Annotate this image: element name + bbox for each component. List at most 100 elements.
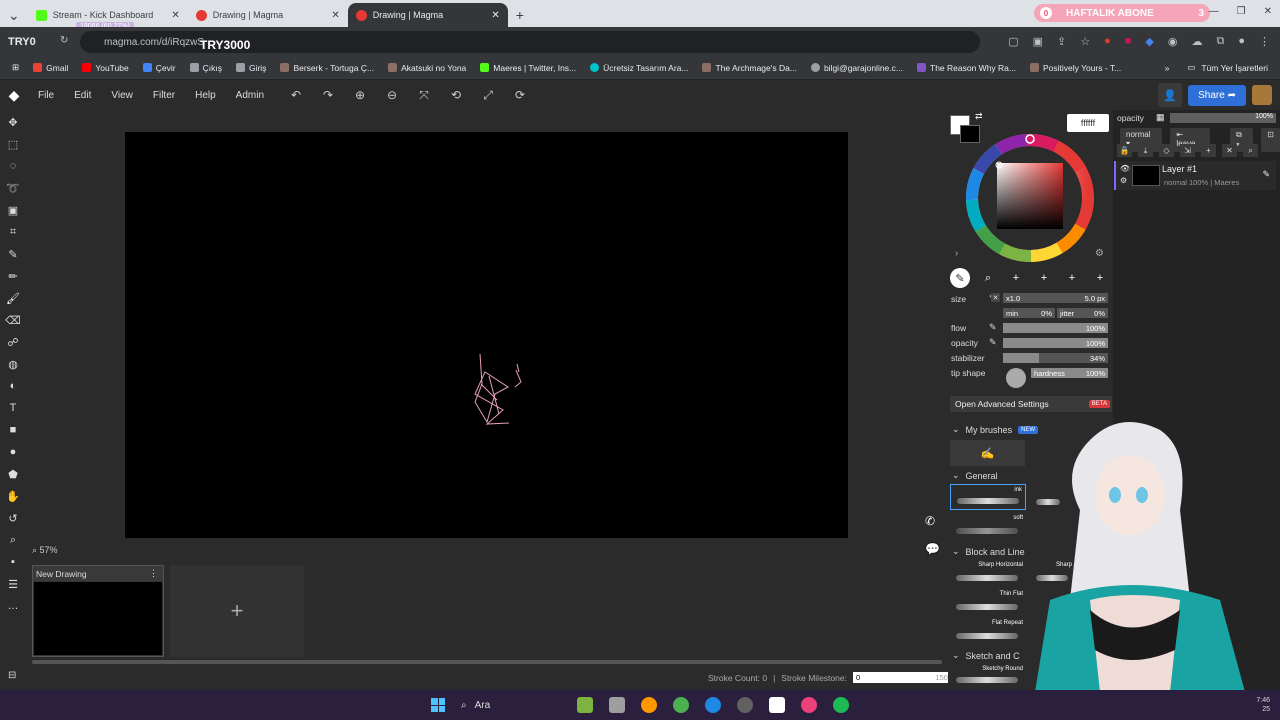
menu-edit[interactable]: Edit <box>66 86 99 105</box>
rectangle-icon[interactable]: ■ <box>4 422 22 438</box>
bookmark-item[interactable]: Çevir <box>142 63 176 73</box>
brush-slot-tab[interactable]: + <box>1034 268 1054 288</box>
chrome-icon[interactable] <box>673 697 689 713</box>
size-slider[interactable]: x1.0 5.0 px <box>1003 293 1108 303</box>
chat-bubble-icon[interactable]: 💬 <box>925 542 940 556</box>
menu-icon[interactable]: ⋮ <box>1259 35 1270 48</box>
redo-icon[interactable]: ↷ <box>318 85 338 105</box>
brush-ink[interactable]: ink <box>950 484 1026 510</box>
fit-icon[interactable]: ⤧ <box>414 85 434 105</box>
hand-icon[interactable]: ✋ <box>4 488 22 504</box>
fullscreen-icon[interactable]: ⤢ <box>478 85 498 105</box>
extension-icon[interactable]: ◆ <box>1145 35 1153 48</box>
transform-icon[interactable]: ▣ <box>4 202 22 218</box>
search-icon[interactable]: ⌕ <box>978 268 998 288</box>
expand-panel-icon[interactable]: › <box>955 248 958 259</box>
general-section[interactable]: ⌄ General <box>952 470 998 481</box>
extension-icon[interactable]: ☁ <box>1191 35 1202 48</box>
tab-magma-2[interactable]: Drawing | Magma ✕ <box>347 3 508 27</box>
search-layer-icon[interactable]: ⌕ <box>1243 144 1258 157</box>
block-line-section[interactable]: ⌄ Block and Line <box>952 546 1025 557</box>
my-brushes-section[interactable]: ⌄ My brushes NEW <box>952 424 1039 435</box>
layers-icon[interactable]: ☰ <box>4 576 22 592</box>
steam-icon[interactable] <box>705 697 721 713</box>
profile-icon[interactable]: ● <box>1238 35 1245 48</box>
jitter-slider[interactable]: jitter 0% <box>1057 308 1108 318</box>
move-tool-icon[interactable]: ✥ <box>4 114 22 130</box>
hardness-slider[interactable]: hardness 100% <box>1031 368 1108 378</box>
swap-colors-icon[interactable]: ⇄ <box>975 111 983 122</box>
bookmark-item[interactable]: Positively Yours - T... <box>1029 63 1121 73</box>
task-view-icon[interactable] <box>609 697 625 713</box>
bookmark-item[interactable]: Akatsuki no Yona <box>388 63 466 73</box>
lasso-icon[interactable]: ➰ <box>4 180 22 196</box>
bookmark-item[interactable]: bilgi@garajonline.c... <box>810 63 903 73</box>
bookmark-item[interactable]: YouTube <box>82 63 129 73</box>
spotify-icon[interactable] <box>833 697 849 713</box>
cast-icon[interactable]: ▣ <box>1033 35 1043 48</box>
brush-slot-tab[interactable]: + <box>1006 268 1026 288</box>
layer-opacity-slider[interactable]: 100% <box>1170 113 1276 123</box>
text-icon[interactable]: T <box>4 400 22 416</box>
erase-layer-icon[interactable]: ◇ <box>1159 144 1174 157</box>
eyedropper-icon[interactable]: ✎ <box>4 246 22 262</box>
undo-icon[interactable]: ↶ <box>286 85 306 105</box>
drawing-thumb[interactable]: New Drawing ⋮ <box>32 565 164 657</box>
all-bookmarks[interactable]: » ▭ Tüm Yer İşaretleri <box>1165 62 1268 73</box>
delete-layer-icon[interactable]: ✕ <box>1222 144 1237 157</box>
chat-icon[interactable]: ▪ <box>4 554 22 570</box>
rect-select-icon[interactable]: ⬚ <box>4 136 22 152</box>
avatar[interactable] <box>1252 85 1272 105</box>
zoom-in-icon[interactable]: ⊕ <box>350 85 370 105</box>
checker-icon[interactable]: ▦ <box>1156 112 1165 123</box>
lock-icon[interactable]: 🔒 <box>1117 144 1132 157</box>
rotate-icon[interactable]: ⟲ <box>446 85 466 105</box>
color-wheel[interactable] <box>964 132 1096 269</box>
eye-icon[interactable]: 👁 <box>1120 164 1130 173</box>
sketch-section[interactable]: ⌄ Sketch and C <box>952 650 1020 661</box>
opacity-pressure-icon[interactable]: ✎ <box>989 337 997 348</box>
brush-slot-tab[interactable]: ✎ <box>950 268 970 288</box>
close-window-icon[interactable]: ✕ <box>1264 6 1272 17</box>
zoom-out-icon[interactable]: ⊖ <box>382 85 402 105</box>
rotate-view-icon[interactable]: ↺ <box>4 510 22 526</box>
brush-slot-tab[interactable]: + <box>1090 268 1110 288</box>
drawing-canvas[interactable] <box>125 132 848 538</box>
horizontal-scrollbar[interactable] <box>32 660 942 664</box>
reload-icon[interactable]: ↻ <box>60 35 68 46</box>
extension-icon[interactable]: ● <box>1104 35 1111 48</box>
bookmark-item[interactable]: Çıkış <box>189 63 222 73</box>
more-icon[interactable]: … <box>4 598 22 614</box>
min-slider[interactable]: min 0% <box>1003 308 1055 318</box>
pencil-icon[interactable]: ✏ <box>4 268 22 284</box>
share-page-icon[interactable]: ⇪ <box>1057 35 1066 48</box>
smudge-icon[interactable]: ☍ <box>4 334 22 350</box>
bookmark-item[interactable]: Ücretsiz Tasarım Ara... <box>590 63 688 73</box>
bookmark-item[interactable]: Gmail <box>33 63 68 73</box>
ellipse-icon[interactable]: ● <box>4 444 22 460</box>
brush-sketchy-round[interactable]: Sketchy Round <box>950 664 1026 688</box>
extension-icon[interactable]: ■ <box>1125 35 1132 48</box>
brush-thin-flat[interactable]: Thin Flat <box>950 589 1026 615</box>
bookmark-item[interactable]: The Archmage's Da... <box>702 63 797 73</box>
layer-row[interactable]: 👁 ⚙ Layer #1 normal 100% | Maeres ✎ <box>1114 161 1276 190</box>
edit-icon[interactable]: ✎ <box>1262 169 1270 180</box>
gradient-icon[interactable]: ◐ <box>4 378 22 394</box>
new-tab-button[interactable]: + <box>508 3 532 27</box>
star-icon[interactable]: ☆ <box>1080 35 1090 48</box>
sidebar-toggle-icon[interactable]: ⊟ <box>8 670 16 681</box>
close-icon[interactable]: ✕ <box>171 10 179 21</box>
bookmark-item[interactable]: Maeres | Twitter, Ins... <box>480 63 576 73</box>
shape-icon[interactable]: ⬟ <box>4 466 22 482</box>
bookmark-item[interactable]: The Reason Why Ra... <box>917 63 1016 73</box>
system-clock[interactable]: 7:46 25 <box>1256 696 1270 714</box>
app-icon[interactable] <box>641 697 657 713</box>
add-layer-icon[interactable]: + <box>1201 144 1216 157</box>
flow-pressure-icon[interactable]: ✎ <box>989 322 997 333</box>
vscode-icon[interactable] <box>769 697 785 713</box>
layer-settings-icon[interactable]: ⚙ <box>1120 176 1127 185</box>
flow-slider[interactable]: 100% <box>1003 323 1108 333</box>
fill-icon[interactable]: ◍ <box>4 356 22 372</box>
brush-slot-tab[interactable]: + <box>1062 268 1082 288</box>
close-icon[interactable]: ✕ <box>491 10 499 21</box>
